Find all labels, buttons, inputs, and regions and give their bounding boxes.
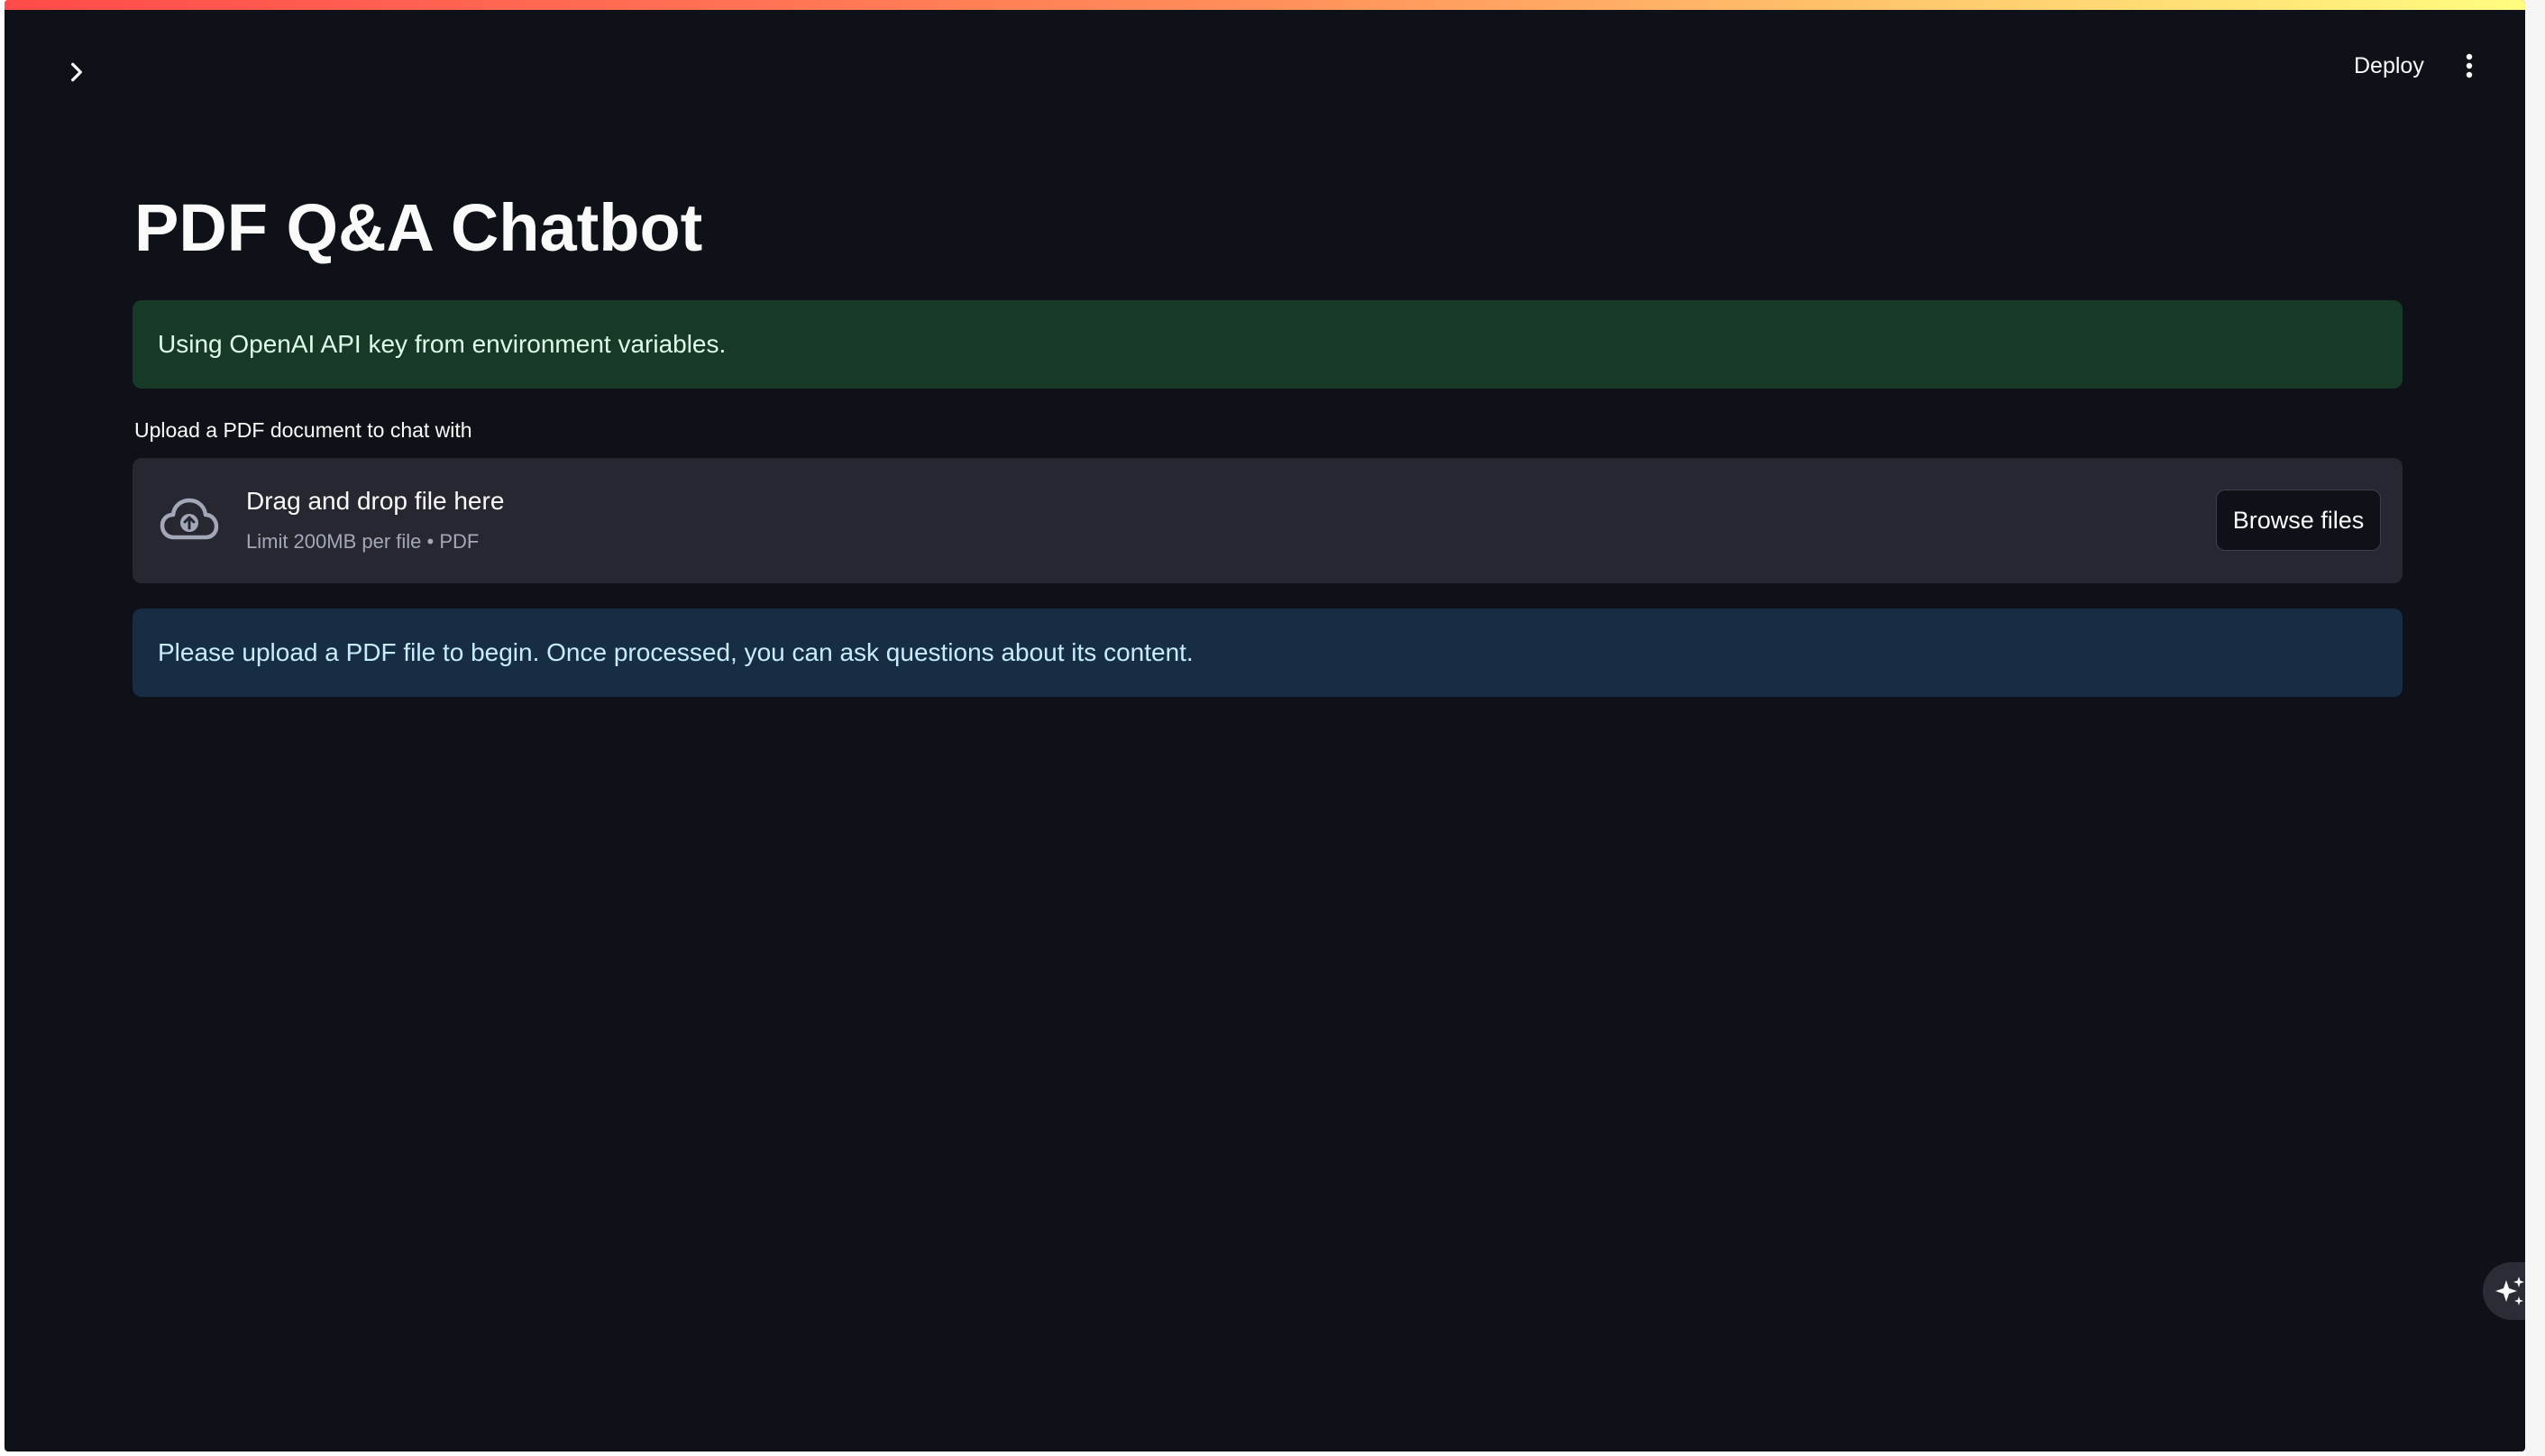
success-alert: Using OpenAI API key from environment va…: [133, 300, 2403, 389]
top-decoration-bar: [5, 0, 2525, 10]
info-alert: Please upload a PDF file to begin. Once …: [133, 609, 2403, 697]
assistant-button[interactable]: [2483, 1262, 2525, 1320]
sparkles-icon: [2495, 1277, 2524, 1305]
file-dropzone[interactable]: Drag and drop file here Limit 200MB per …: [133, 458, 2403, 583]
file-uploader-label: Upload a PDF document to chat with: [134, 418, 472, 442]
success-alert-text: Using OpenAI API key from environment va…: [158, 330, 727, 358]
sidebar-toggle-button[interactable]: [54, 50, 99, 95]
dropzone-title: Drag and drop file here: [246, 487, 505, 515]
info-alert-text: Please upload a PDF file to begin. Once …: [158, 638, 1194, 666]
page-title: PDF Q&A Chatbot: [134, 190, 703, 265]
main-menu-button[interactable]: [2449, 45, 2490, 87]
dropzone-limit-text: Limit 200MB per file • PDF: [246, 530, 480, 553]
chevron-right-icon: [71, 62, 82, 82]
window-edge-scrollbar: [2525, 0, 2545, 1456]
deploy-button[interactable]: Deploy: [2341, 45, 2437, 87]
cloud-upload-icon: [160, 498, 219, 540]
vertical-ellipsis-icon: [2466, 53, 2473, 78]
app-window: Deploy PDF Q&A Chatbot Using OpenAI API …: [5, 0, 2525, 1451]
browse-files-button[interactable]: Browse files: [2216, 490, 2381, 551]
